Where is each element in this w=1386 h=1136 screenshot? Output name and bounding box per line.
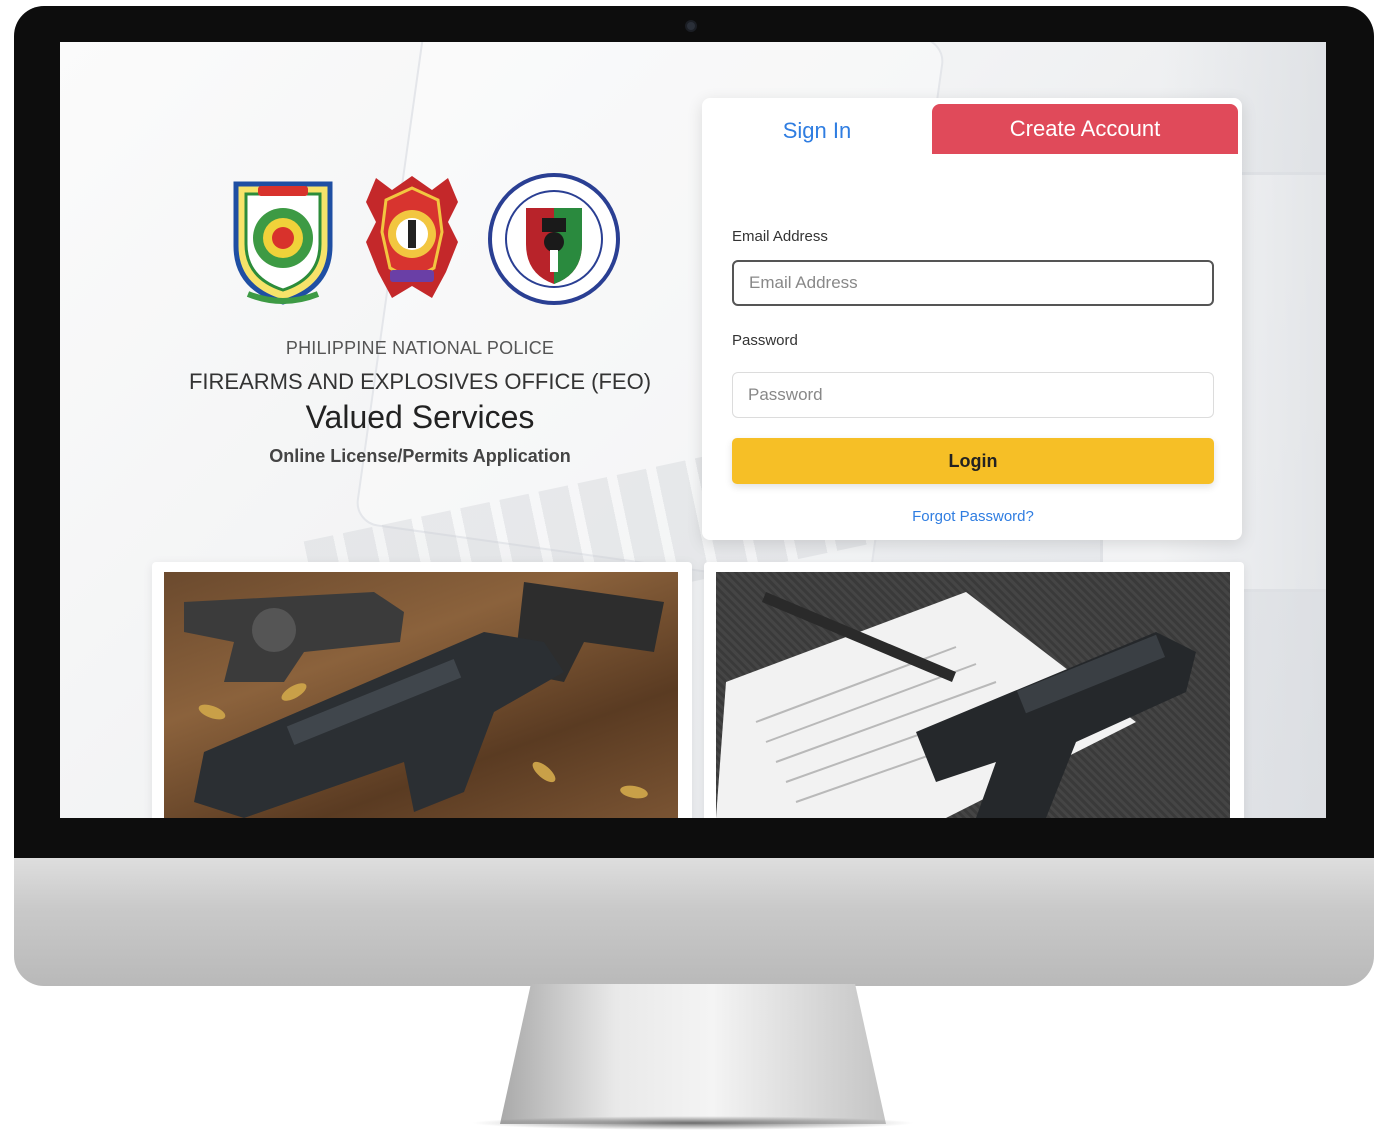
webcam-icon (685, 20, 697, 32)
tab-sign-in[interactable]: Sign In (702, 104, 932, 158)
password-label: Password (732, 332, 798, 349)
pnp-badge-icon (366, 176, 458, 298)
email-label: Email Address (732, 228, 828, 245)
pnp-feo-seal-icon (233, 181, 333, 305)
handguns-illustration (184, 582, 664, 818)
permit-form-photo (716, 572, 1230, 818)
login-button[interactable]: Login (732, 438, 1214, 484)
agency-logos (228, 172, 628, 312)
permit-form-illustration (716, 592, 1196, 818)
page-title: Valued Services (305, 399, 535, 435)
monitor-chin (14, 858, 1374, 986)
password-field[interactable] (732, 372, 1214, 418)
email-field[interactable] (732, 260, 1214, 306)
forgot-password-link[interactable]: Forgot Password? (732, 508, 1214, 525)
agency-name: PHILIPPINE NATIONAL POLICE (285, 338, 555, 358)
office-name: FIREARMS AND EXPLOSIVES OFFICE (FEO) (188, 369, 652, 394)
stand-shadow (470, 1116, 916, 1130)
hero-text: PHILIPPINE NATIONAL POLICE FIREARMS AND … (160, 338, 680, 467)
page-subtitle: Online License/Permits Application (269, 446, 571, 466)
monitor-mockup: PHILIPPINE NATIONAL POLICE FIREARMS AND … (0, 0, 1386, 1136)
handguns-photo (164, 572, 678, 818)
screen: PHILIPPINE NATIONAL POLICE FIREARMS AND … (60, 42, 1326, 818)
monitor-stand (500, 984, 886, 1124)
tab-create-account[interactable]: Create Account (932, 104, 1238, 154)
login-card: Sign In Create Account Email Address Pas… (702, 98, 1242, 540)
civil-security-group-seal-icon (488, 173, 620, 305)
